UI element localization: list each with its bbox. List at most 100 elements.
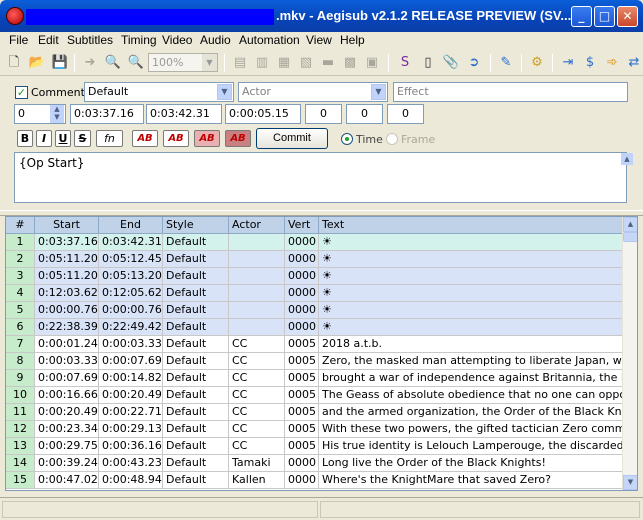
table-row[interactable]: 14 0:00:39.24 0:00:43.23 Default Tamaki 0000 L…: [6, 455, 624, 472]
aegisub-app-icon[interactable]: [6, 7, 24, 25]
layer-spinner[interactable]: 0 ▲ ▼: [14, 104, 66, 124]
kanji-timer-icon[interactable]: $: [580, 53, 600, 73]
grid-scrollbar[interactable]: ▲ ▼: [622, 217, 637, 490]
jump-icon[interactable]: ➜: [80, 53, 100, 73]
row-style: Default: [163, 421, 229, 438]
underline-button[interactable]: U: [55, 130, 71, 147]
shadow-color-button[interactable]: AB: [225, 130, 251, 147]
menu-edit[interactable]: Edit: [38, 33, 59, 47]
menu-automation[interactable]: Automation: [239, 33, 300, 47]
table-row[interactable]: 8 0:00:03.33 0:00:07.69 Default CC 0005 Zero, …: [6, 353, 624, 370]
primary-color-button[interactable]: AB: [132, 130, 158, 147]
translation-assistant-icon[interactable]: ➾: [602, 53, 622, 73]
row-text: ☀: [319, 268, 624, 285]
spin-arrows-icon[interactable]: ▲ ▼: [50, 105, 64, 123]
col-header-number[interactable]: #: [6, 217, 35, 234]
frame-label: Frame: [401, 133, 436, 146]
commit-button[interactable]: Commit: [256, 128, 328, 149]
table-row[interactable]: 7 0:00:01.24 0:00:03.33 Default CC 0005 2018 a…: [6, 336, 624, 353]
menu-timing[interactable]: Timing: [121, 33, 157, 47]
italic-button[interactable]: I: [36, 130, 52, 147]
col-header-end[interactable]: End: [99, 217, 163, 234]
col-header-start[interactable]: Start: [35, 217, 99, 234]
zoom-out-icon[interactable]: 🔍: [126, 53, 146, 73]
styles-manager-icon[interactable]: S: [395, 53, 415, 73]
options-icon[interactable]: ⚙: [527, 53, 547, 73]
row-actor: [229, 302, 285, 319]
outline-color-button[interactable]: AB: [194, 130, 220, 147]
menu-video[interactable]: Video: [162, 33, 192, 47]
fonts-collector-icon[interactable]: ➲: [464, 53, 484, 73]
bold-button[interactable]: B: [17, 130, 33, 147]
font-button[interactable]: fn: [96, 130, 123, 147]
resample-icon[interactable]: ▦: [274, 53, 294, 73]
actor-field[interactable]: Actor ▼: [238, 82, 388, 102]
margin-right-field[interactable]: 0: [346, 104, 383, 124]
row-text: brought a war of independence against Br…: [319, 370, 624, 387]
table-row[interactable]: 12 0:00:23.34 0:00:29.13 Default CC 0005 With …: [6, 421, 624, 438]
clip-icon[interactable]: ▤: [230, 53, 250, 73]
col-header-vert[interactable]: Vert: [285, 217, 319, 234]
col-header-actor[interactable]: Actor: [229, 217, 285, 234]
time-radio[interactable]: [341, 133, 353, 145]
table-row[interactable]: 10 0:00:16.66 0:00:20.49 Default CC 0005 The G…: [6, 387, 624, 404]
properties-icon[interactable]: ▯: [418, 53, 438, 73]
timing-processor-icon[interactable]: ⇥: [558, 53, 578, 73]
margin-left-field[interactable]: 0: [305, 104, 342, 124]
attachments-icon[interactable]: 📎: [441, 53, 461, 73]
open-file-icon[interactable]: 📂: [27, 53, 47, 73]
table-row[interactable]: 9 0:00:07.69 0:00:14.82 Default CC 0005 brough…: [6, 370, 624, 387]
table-row[interactable]: 15 0:00:47.02 0:00:48.94 Default Kallen 0000 W…: [6, 472, 624, 489]
minimize-button[interactable]: _: [571, 6, 592, 27]
menu-audio[interactable]: Audio: [200, 33, 231, 47]
effect-field[interactable]: Effect: [393, 82, 628, 102]
table-row[interactable]: 6 0:22:38.39 0:22:49.42 Default 0000 ☀: [6, 319, 624, 336]
table-row[interactable]: 5 0:00:00.76 0:00:00.76 Default 0000 ☀: [6, 302, 624, 319]
secondary-color-button[interactable]: AB: [163, 130, 189, 147]
col-header-text[interactable]: Text: [319, 217, 624, 234]
zoom-select[interactable]: 100% ▼: [148, 53, 218, 72]
table-row[interactable]: 1 0:03:37.16 0:03:42.31 Default 0000 ☀: [6, 234, 624, 251]
rotate-icon[interactable]: ▬: [318, 53, 338, 73]
time-label: Time: [356, 133, 383, 146]
subtitle-text-editor[interactable]: {Op Start}: [14, 152, 627, 203]
row-text: With these two powers, the gifted tactic…: [319, 421, 624, 438]
vector-clip-icon[interactable]: ▥: [252, 53, 272, 73]
end-time-field[interactable]: 0:03:42.31: [146, 104, 222, 124]
text-scroll-up-icon[interactable]: ▲: [621, 153, 633, 165]
menu-view[interactable]: View: [306, 33, 332, 47]
menu-subtitles[interactable]: Subtitles: [67, 33, 113, 47]
position-icon[interactable]: ▧: [296, 53, 316, 73]
table-row[interactable]: 3 0:05:11.20 0:05:13.20 Default 0000 ☀: [6, 268, 624, 285]
scroll-thumb[interactable]: [623, 232, 637, 242]
menu-file[interactable]: File: [9, 33, 28, 47]
scroll-up-icon[interactable]: ▲: [623, 217, 637, 232]
frame-radio[interactable]: [386, 133, 398, 145]
comment-checkbox[interactable]: ✓: [15, 86, 28, 99]
maximize-button[interactable]: □: [594, 6, 615, 27]
col-header-style[interactable]: Style: [163, 217, 229, 234]
film-icon[interactable]: ▣: [362, 53, 382, 73]
menu-help[interactable]: Help: [340, 33, 365, 47]
spell-check-icon[interactable]: ⇄: [624, 53, 643, 73]
table-row[interactable]: 4 0:12:03.62 0:12:05.62 Default 0000 ☀: [6, 285, 624, 302]
new-file-icon[interactable]: 🗋: [4, 53, 24, 73]
row-vert: 0000: [285, 285, 319, 302]
row-start-time: 0:00:39.24: [35, 455, 99, 472]
save-icon[interactable]: 💾: [50, 53, 70, 73]
table-row[interactable]: 11 0:00:20.49 0:00:22.71 Default CC 0005 and t…: [6, 404, 624, 421]
scroll-down-icon[interactable]: ▼: [623, 475, 637, 490]
scale-icon[interactable]: ▩: [340, 53, 360, 73]
strikeout-button[interactable]: S: [74, 130, 91, 147]
automation-icon[interactable]: ✎: [496, 53, 516, 73]
row-start-time: 0:05:11.20: [35, 251, 99, 268]
zoom-in-icon[interactable]: 🔍: [103, 53, 123, 73]
table-row[interactable]: 2 0:05:11.20 0:05:12.45 Default 0000 ☀: [6, 251, 624, 268]
start-time-field[interactable]: 0:03:37.16: [70, 104, 144, 124]
duration-field[interactable]: 0:00:05.15: [225, 104, 301, 124]
close-button[interactable]: ✕: [617, 6, 638, 27]
margin-vertical-field[interactable]: 0: [387, 104, 424, 124]
table-row[interactable]: 13 0:00:29.75 0:00:36.16 Default CC 0005 His t…: [6, 438, 624, 455]
subtitle-grid[interactable]: # Start End Style Actor Vert Text 1 0:03:…: [5, 216, 638, 491]
style-select[interactable]: Default ▼: [84, 82, 234, 102]
